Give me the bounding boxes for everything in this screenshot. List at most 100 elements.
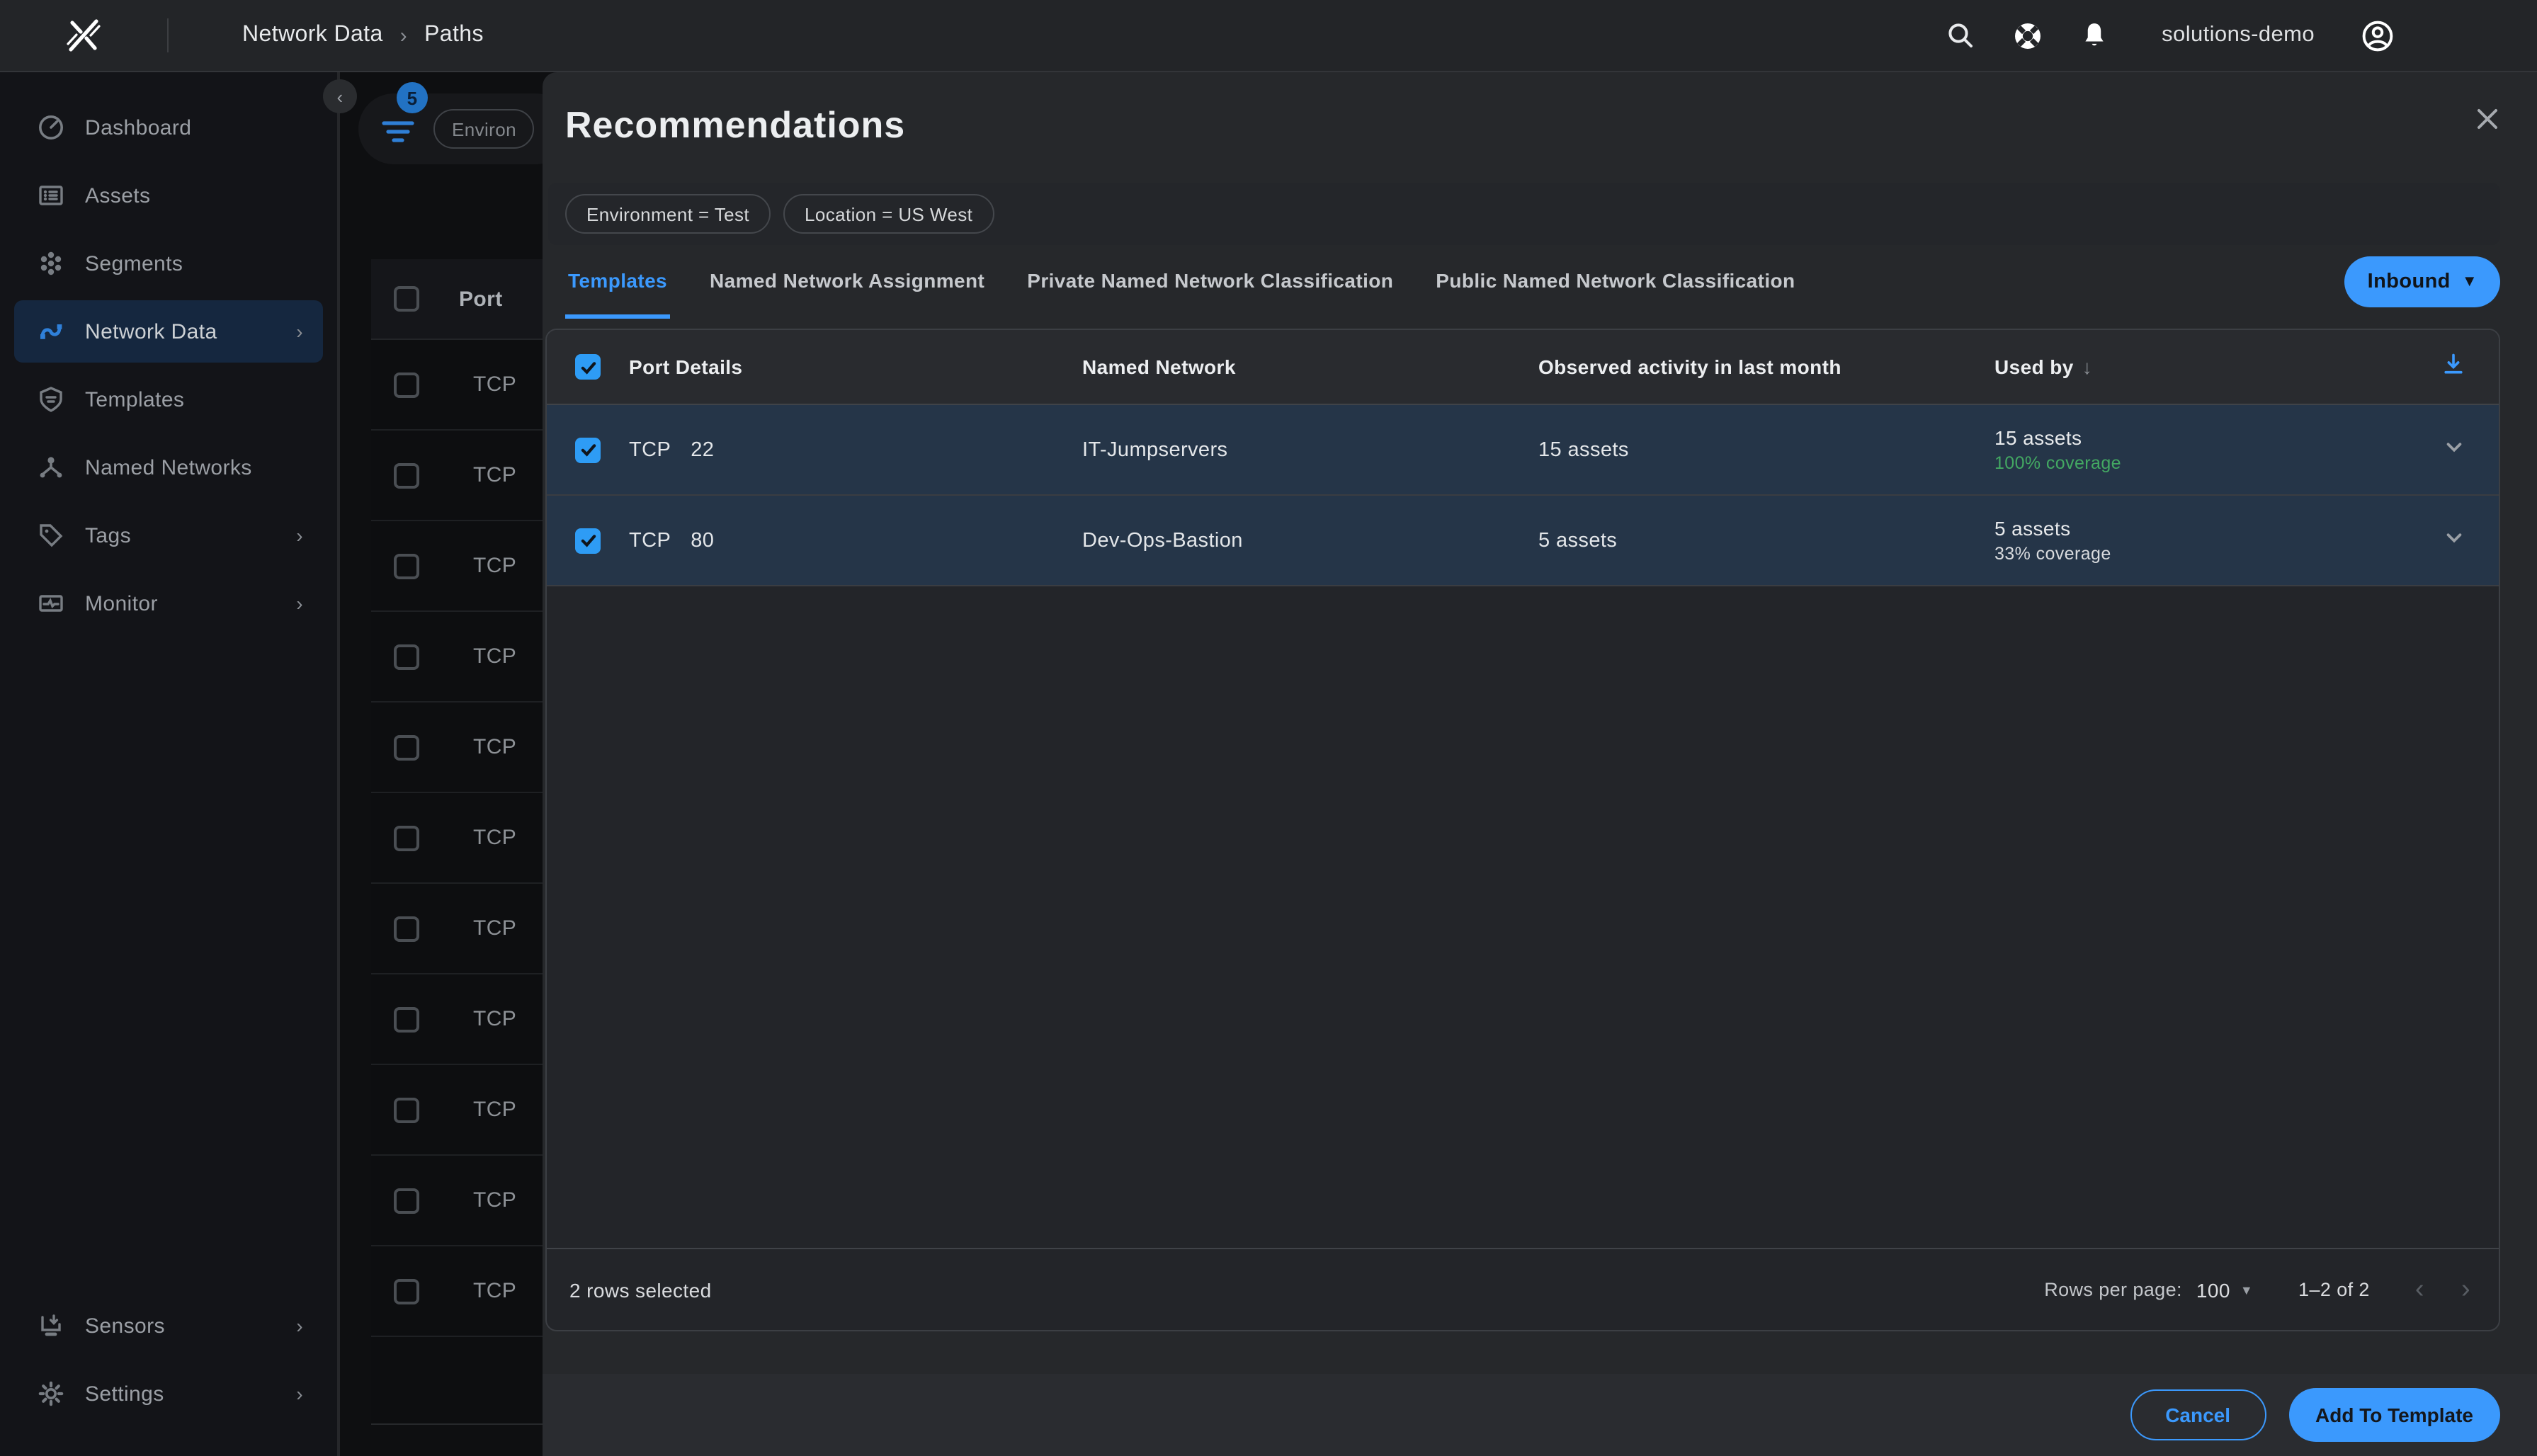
- chevron-right-icon: ›: [296, 592, 303, 615]
- checkbox-unchecked[interactable]: [394, 1188, 419, 1213]
- breadcrumb-parent[interactable]: Network Data: [242, 23, 383, 48]
- background-filter-bar: 5 Environ: [358, 82, 543, 164]
- table-row[interactable]: TCP 22 IT-Jumpservers 15 assets 15 assets…: [547, 405, 2499, 496]
- sidebar-item-assets[interactable]: Assets: [14, 164, 323, 227]
- search-icon[interactable]: [1936, 11, 1985, 59]
- rows-per-page-label: Rows per page:: [2044, 1279, 2182, 1300]
- background-table-row[interactable]: TCP: [371, 793, 543, 884]
- checkbox-unchecked[interactable]: [394, 462, 419, 488]
- checkbox-unchecked[interactable]: [394, 825, 419, 851]
- breadcrumb-current: Paths: [424, 23, 484, 47]
- previous-page-button[interactable]: ‹: [2415, 1276, 2424, 1303]
- checkbox-unchecked[interactable]: [394, 734, 419, 760]
- bg-table-rows: TCP TCP TCP TCP TCP TCP TCP TCP TCP TCP …: [371, 340, 543, 1337]
- checkbox-unchecked[interactable]: [394, 916, 419, 941]
- help-ring-icon[interactable]: [2003, 11, 2051, 59]
- direction-dropdown-button[interactable]: Inbound ▼: [2344, 256, 2500, 307]
- sidebar-item-templates[interactable]: Templates: [14, 368, 323, 431]
- select-all-checkbox[interactable]: [575, 354, 601, 380]
- chevron-down-icon[interactable]: [2443, 527, 2464, 554]
- sidebar-item-named-networks[interactable]: Named Networks: [14, 436, 323, 499]
- sidebar-bottom: Sensors › Settings ›: [0, 1295, 337, 1456]
- tab-named-network-assignment[interactable]: Named Network Assignment: [707, 245, 987, 319]
- background-table-row[interactable]: TCP: [371, 431, 543, 521]
- rows-per-page-select[interactable]: 100 ▼: [2196, 1278, 2253, 1301]
- background-row-protocol: TCP: [473, 1188, 517, 1212]
- segments-cluster-icon: [37, 249, 65, 278]
- checkbox-unchecked[interactable]: [394, 372, 419, 397]
- column-observed-activity[interactable]: Observed activity in last month: [1538, 356, 1994, 378]
- background-table-row[interactable]: TCP: [371, 340, 543, 431]
- row-checkbox[interactable]: [575, 437, 601, 462]
- row-checkbox[interactable]: [575, 528, 601, 553]
- coverage-text: 100% coverage: [1994, 453, 2121, 473]
- tab-templates[interactable]: Templates: [565, 245, 671, 319]
- network-nodes-icon: [37, 453, 65, 482]
- modal-action-bar: Cancel Add To Template: [543, 1374, 2537, 1456]
- background-filter-chip[interactable]: Environ: [433, 109, 535, 149]
- background-row-protocol: TCP: [473, 372, 517, 397]
- background-table-row[interactable]: TCP: [371, 1156, 543, 1246]
- background-row-protocol: TCP: [473, 554, 517, 578]
- chevron-down-icon[interactable]: [2443, 436, 2464, 463]
- cancel-button[interactable]: Cancel: [2130, 1389, 2266, 1440]
- sidebar: Dashboard Assets Segments Network Data ›…: [0, 72, 340, 1456]
- checkbox-unchecked[interactable]: [394, 1097, 419, 1122]
- tabs-row: Templates Named Network Assignment Priva…: [565, 245, 2500, 319]
- breadcrumb: Network Data › Paths: [242, 23, 484, 48]
- cell-used-by: 15 assets 100% coverage: [1994, 426, 2408, 473]
- background-column-port: Port: [459, 287, 503, 311]
- column-used-by[interactable]: Used by ↓: [1994, 356, 2408, 378]
- assets-list-icon: [37, 181, 65, 210]
- username[interactable]: solutions-demo: [2162, 23, 2315, 48]
- column-port-details[interactable]: Port Details: [629, 356, 1082, 378]
- sidebar-item-label: Assets: [85, 183, 151, 207]
- recommendations-modal: Recommendations Environment = Test Locat…: [543, 72, 2537, 1456]
- background-table-row[interactable]: TCP: [371, 974, 543, 1065]
- checkbox-unchecked[interactable]: [394, 1006, 419, 1032]
- dashboard-gauge-icon: [37, 113, 65, 142]
- background-row-protocol: TCP: [473, 826, 517, 850]
- sidebar-item-label: Templates: [85, 387, 185, 411]
- chevron-right-icon: ›: [296, 524, 303, 547]
- sidebar-item-monitor[interactable]: Monitor ›: [14, 572, 323, 635]
- sidebar-item-tags[interactable]: Tags ›: [14, 504, 323, 567]
- background-table-row[interactable]: TCP: [371, 521, 543, 612]
- close-icon[interactable]: [2472, 103, 2503, 135]
- sidebar-item-network-data[interactable]: Network Data ›: [14, 300, 323, 363]
- breadcrumb-separator: ›: [399, 23, 408, 47]
- sidebar-item-dashboard[interactable]: Dashboard: [14, 96, 323, 159]
- chevron-right-icon: ›: [296, 1314, 303, 1337]
- column-named-network[interactable]: Named Network: [1082, 356, 1538, 378]
- coverage-text: 33% coverage: [1994, 544, 2111, 564]
- filter-lines-icon[interactable]: [381, 115, 418, 153]
- sidebar-collapse-button[interactable]: ‹: [323, 79, 357, 113]
- add-to-template-button[interactable]: Add To Template: [2288, 1388, 2500, 1442]
- topbar-divider: [167, 18, 169, 52]
- filter-count-badge: 5: [397, 82, 428, 113]
- tab-public-named-network-classification[interactable]: Public Named Network Classification: [1433, 245, 1798, 319]
- checkbox-unchecked[interactable]: [394, 1278, 419, 1304]
- sidebar-item-label: Segments: [85, 251, 183, 275]
- sidebar-item-segments[interactable]: Segments: [14, 232, 323, 295]
- download-icon[interactable]: [2441, 351, 2466, 383]
- sidebar-item-label: Dashboard: [85, 115, 192, 140]
- account-avatar-icon[interactable]: [2353, 11, 2401, 59]
- notifications-bell-icon[interactable]: [2070, 11, 2118, 59]
- background-table-row[interactable]: TCP: [371, 1065, 543, 1156]
- background-table-row[interactable]: TCP: [371, 612, 543, 703]
- checkbox-unchecked[interactable]: [394, 644, 419, 669]
- filter-chip-location[interactable]: Location = US West: [783, 194, 994, 234]
- next-page-button[interactable]: ›: [2461, 1276, 2470, 1303]
- sidebar-item-sensors[interactable]: Sensors ›: [14, 1295, 323, 1357]
- background-table-row[interactable]: TCP: [371, 703, 543, 793]
- background-table-row[interactable]: TCP: [371, 884, 543, 974]
- tab-private-named-network-classification[interactable]: Private Named Network Classification: [1024, 245, 1396, 319]
- sidebar-item-settings[interactable]: Settings ›: [14, 1363, 323, 1425]
- checkbox-unchecked[interactable]: [394, 553, 419, 579]
- checkbox-unchecked[interactable]: [394, 286, 419, 312]
- background-table-row[interactable]: TCP: [371, 1246, 543, 1337]
- app-logo[interactable]: [0, 11, 167, 59]
- table-row[interactable]: TCP 80 Dev-Ops-Bastion 5 assets 5 assets …: [547, 496, 2499, 586]
- filter-chip-environment[interactable]: Environment = Test: [565, 194, 771, 234]
